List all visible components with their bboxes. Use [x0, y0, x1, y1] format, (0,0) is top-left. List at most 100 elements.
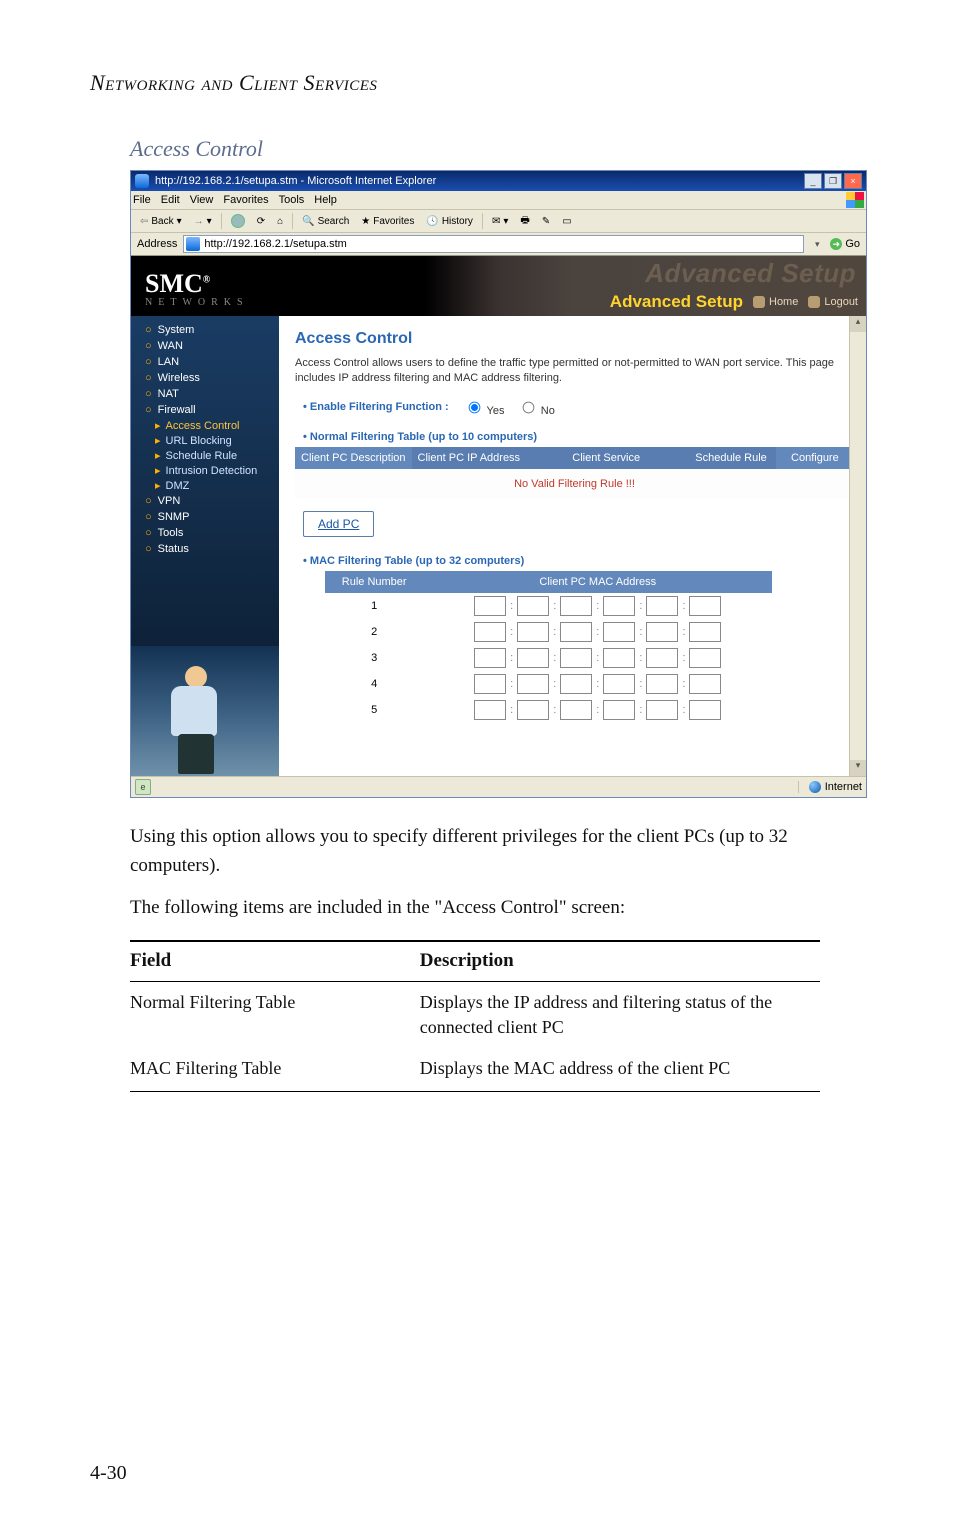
- normal-filtering-title: Normal Filtering Table (up to 10 compute…: [310, 431, 537, 443]
- enable-no-radio[interactable]: [522, 401, 534, 413]
- sidebar-photo: [131, 646, 279, 776]
- mac-octet-input[interactable]: [560, 700, 592, 720]
- mail-drop-icon: ▾: [503, 216, 508, 227]
- sidebar-item-snmp[interactable]: ○SNMP: [131, 509, 279, 525]
- mac-octet-input[interactable]: [689, 622, 721, 642]
- enable-no-option[interactable]: No: [517, 405, 555, 417]
- mac-octet-input[interactable]: [646, 700, 678, 720]
- mac-octet-input[interactable]: [603, 674, 635, 694]
- go-label: Go: [845, 238, 860, 250]
- scroll-up-icon[interactable]: ▴: [850, 316, 866, 332]
- go-button[interactable]: ➜ Go: [830, 238, 860, 250]
- sidebar-item-status[interactable]: ○Status: [131, 541, 279, 557]
- mac-separator: :: [592, 652, 603, 664]
- home-link[interactable]: Home: [753, 296, 798, 308]
- banner-ghost-text: Advanced Setup: [645, 258, 856, 289]
- mac-octet-input[interactable]: [560, 648, 592, 668]
- back-button[interactable]: ⇦ Back ▾: [137, 215, 185, 228]
- intro-paragraph: Using this option allows you to specify …: [130, 822, 820, 881]
- mac-octet-input[interactable]: [689, 596, 721, 616]
- mac-separator: :: [635, 678, 646, 690]
- menu-edit[interactable]: Edit: [161, 194, 180, 206]
- sidebar-item-lan[interactable]: ○LAN: [131, 354, 279, 370]
- stop-button[interactable]: [228, 213, 248, 229]
- mac-octet-input[interactable]: [474, 622, 506, 642]
- mac-octet-input[interactable]: [517, 674, 549, 694]
- mac-octet-input[interactable]: [603, 700, 635, 720]
- enable-yes-radio[interactable]: [468, 401, 480, 413]
- mac-octet-input[interactable]: [474, 674, 506, 694]
- forward-button[interactable]: →▾: [191, 215, 215, 228]
- mac-octet-input[interactable]: [646, 622, 678, 642]
- sidebar-item-tools[interactable]: ○Tools: [131, 525, 279, 541]
- mac-octet-input[interactable]: [517, 700, 549, 720]
- mac-separator: :: [592, 600, 603, 612]
- toolbar-separator: [221, 213, 222, 229]
- sidebar-sub-url-blocking[interactable]: ▸URL Blocking: [131, 433, 279, 448]
- mac-octet-input[interactable]: [474, 648, 506, 668]
- mac-octet-input[interactable]: [517, 622, 549, 642]
- sidebar-item-wireless[interactable]: ○Wireless: [131, 370, 279, 386]
- minimize-button[interactable]: _: [804, 173, 822, 189]
- mac-octet-input[interactable]: [689, 700, 721, 720]
- sidebar-sub-schedule-rule[interactable]: ▸Schedule Rule: [131, 448, 279, 463]
- sidebar-sub-intrusion-detection[interactable]: ▸Intrusion Detection: [131, 463, 279, 478]
- maximize-button[interactable]: ❐: [824, 173, 842, 189]
- menu-file[interactable]: File: [133, 194, 151, 206]
- mac-octet-input[interactable]: [474, 596, 506, 616]
- address-drop-icon[interactable]: ▾: [810, 239, 824, 250]
- address-value: http://192.168.2.1/setupa.stm: [204, 238, 346, 250]
- sidebar-item-firewall[interactable]: ○Firewall: [131, 402, 279, 418]
- logout-link[interactable]: Logout: [808, 296, 858, 308]
- refresh-button[interactable]: ⟳: [254, 215, 268, 228]
- sidebar-item-system[interactable]: ○System: [131, 322, 279, 338]
- mac-octet-input[interactable]: [517, 596, 549, 616]
- scroll-down-icon[interactable]: ▾: [850, 760, 866, 776]
- sidebar-sub-dmz[interactable]: ▸DMZ: [131, 478, 279, 493]
- address-field[interactable]: http://192.168.2.1/setupa.stm: [183, 235, 804, 253]
- mac-octet-input[interactable]: [517, 648, 549, 668]
- mac-address-cell: :::::: [423, 645, 772, 671]
- mac-octet-input[interactable]: [646, 674, 678, 694]
- mac-octet-input[interactable]: [646, 648, 678, 668]
- mac-separator: :: [506, 678, 517, 690]
- mac-octet-input[interactable]: [603, 648, 635, 668]
- menu-help[interactable]: Help: [314, 194, 337, 206]
- enable-yes-option[interactable]: Yes: [463, 405, 505, 417]
- content-scrollbar[interactable]: ▴ ▾: [849, 316, 866, 776]
- print-button[interactable]: 🖶: [517, 212, 532, 231]
- favorites-label: Favorites: [373, 216, 414, 227]
- mac-separator: :: [506, 600, 517, 612]
- mac-octet-input[interactable]: [689, 674, 721, 694]
- menu-tools[interactable]: Tools: [279, 194, 305, 206]
- discuss-button[interactable]: ▭: [559, 215, 574, 228]
- sidebar-item-nat[interactable]: ○NAT: [131, 386, 279, 402]
- mac-separator: :: [678, 652, 689, 664]
- menu-view[interactable]: View: [190, 194, 214, 206]
- mac-octet-input[interactable]: [560, 622, 592, 642]
- mac-octet-input[interactable]: [689, 648, 721, 668]
- history-button[interactable]: 🕓History: [423, 215, 476, 228]
- sidebar-item-label: Tools: [158, 527, 184, 539]
- mac-octet-input[interactable]: [474, 700, 506, 720]
- mac-octet-input[interactable]: [603, 622, 635, 642]
- search-button[interactable]: 🔍Search: [299, 215, 352, 228]
- mac-separator: :: [635, 652, 646, 664]
- sidebar-sub-access-control[interactable]: ▸Access Control: [131, 418, 279, 433]
- mac-octet-input[interactable]: [646, 596, 678, 616]
- edit-icon: ✎: [542, 216, 550, 227]
- favorites-button[interactable]: ★Favorites: [358, 215, 417, 228]
- sidebar-item-wan[interactable]: ○WAN: [131, 338, 279, 354]
- mac-octet-input[interactable]: [560, 596, 592, 616]
- menu-favorites[interactable]: Favorites: [223, 194, 268, 206]
- head-field: Field: [130, 941, 420, 981]
- close-button[interactable]: ×: [844, 173, 862, 189]
- home-button[interactable]: ⌂: [274, 215, 286, 228]
- sidebar-item-vpn[interactable]: ○VPN: [131, 493, 279, 509]
- mail-button[interactable]: ✉▾: [489, 215, 511, 228]
- mac-octet-input[interactable]: [603, 596, 635, 616]
- edit-button[interactable]: ✎: [539, 215, 553, 228]
- col-client-pc-ip: Client PC IP Address: [412, 447, 527, 469]
- mac-octet-input[interactable]: [560, 674, 592, 694]
- add-pc-button[interactable]: Add PC: [303, 511, 374, 537]
